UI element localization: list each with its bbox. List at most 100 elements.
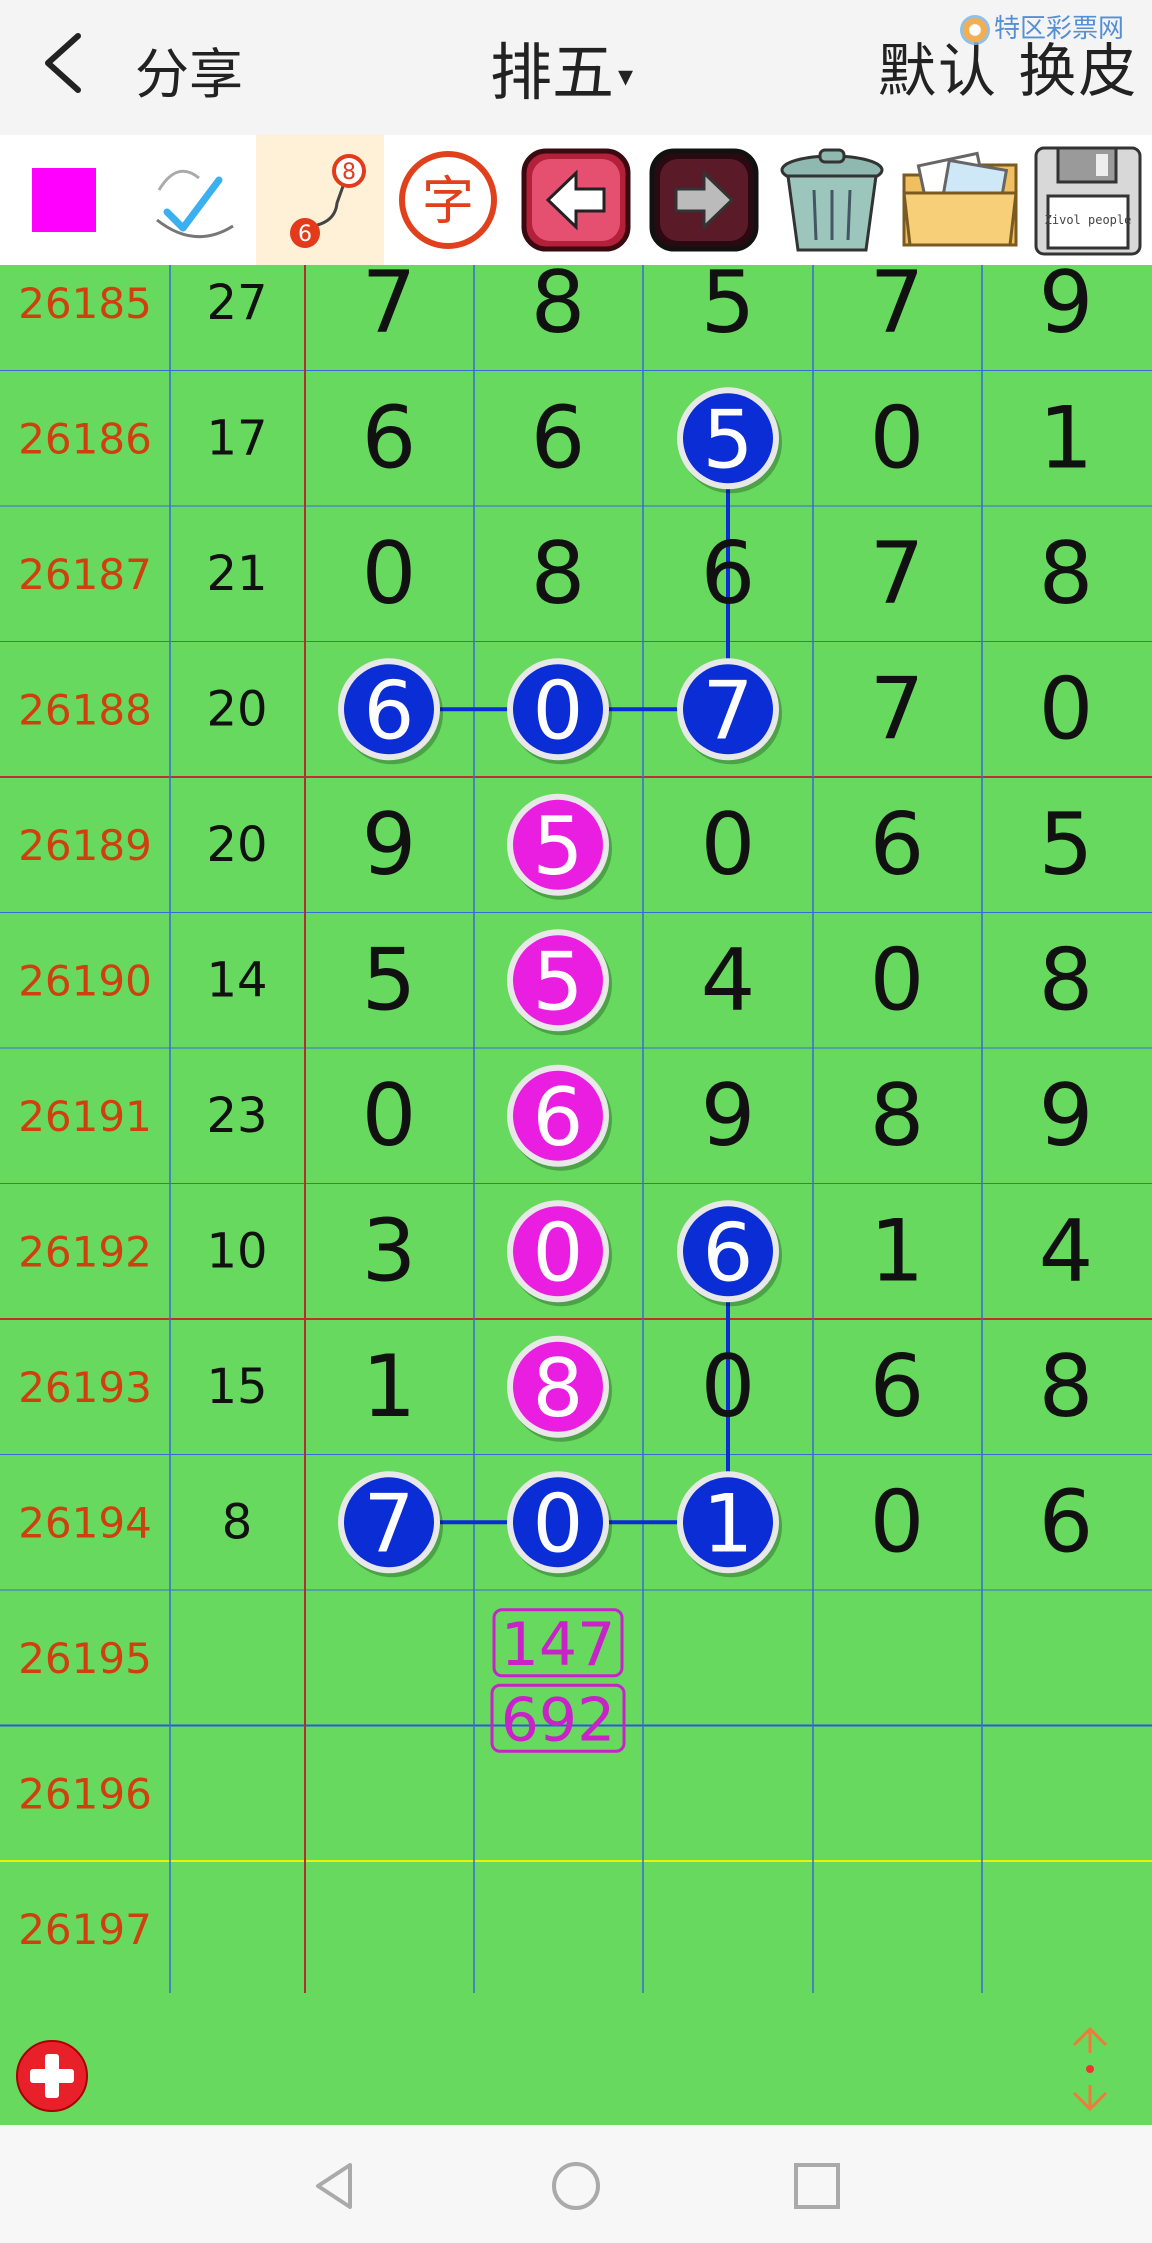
chevron-down-icon: ▾ <box>618 59 634 95</box>
digit-cell[interactable]: 8 <box>533 1342 584 1435</box>
page-title: 排五 <box>490 36 615 109</box>
note-box[interactable]: 692 <box>490 1683 626 1755</box>
digit-cell[interactable]: 1 <box>362 1337 417 1437</box>
watermark: 特区彩票网 <box>960 8 1124 45</box>
digit-cell[interactable]: 7 <box>870 659 925 759</box>
digit-cell[interactable]: 9 <box>1039 1066 1094 1166</box>
table-row: 26187 21 0 8 6 7 8 <box>18 524 1093 624</box>
sum-value: 20 <box>206 681 267 737</box>
digit-cell[interactable]: 6 <box>364 664 415 757</box>
digit-cell[interactable]: 6 <box>362 388 417 488</box>
digit-cell[interactable]: 8 <box>1039 1337 1094 1437</box>
trash-icon <box>780 148 884 252</box>
color-swatch-icon <box>32 168 96 232</box>
issue-number: 26185 <box>18 279 152 328</box>
digit-cell[interactable]: 0 <box>362 1066 417 1166</box>
undo-button[interactable] <box>512 135 640 265</box>
digit-cell[interactable]: 8 <box>1039 930 1094 1030</box>
digit-cell[interactable]: 0 <box>533 1477 584 1570</box>
digit-cell[interactable]: 0 <box>362 524 417 624</box>
digit-cell[interactable]: 7 <box>870 265 925 353</box>
add-circle-icon[interactable] <box>14 2038 90 2114</box>
system-nav-bar <box>0 2125 1152 2243</box>
issue-number: 26189 <box>18 821 152 870</box>
sum-value: 20 <box>206 817 267 873</box>
digit-cell[interactable]: 6 <box>870 1337 925 1437</box>
digit-cell[interactable]: 9 <box>362 795 417 895</box>
digit-cell[interactable]: 0 <box>533 664 584 757</box>
pen-draw-button[interactable] <box>128 135 256 265</box>
nav-back-icon[interactable] <box>308 2159 362 2213</box>
trash-button[interactable] <box>768 135 896 265</box>
table-row: 26196 <box>18 1769 152 1818</box>
sum-value: 14 <box>206 952 267 1008</box>
digit-cell[interactable]: 7 <box>362 265 417 353</box>
digit-cell[interactable]: 0 <box>701 1337 756 1437</box>
digit-cell[interactable]: 8 <box>531 265 586 353</box>
digit-cell[interactable]: 9 <box>1039 265 1094 353</box>
digit-cell[interactable]: 8 <box>531 524 586 624</box>
connect-line-icon: 8 6 <box>290 154 366 248</box>
table-row: 26192 10 3 0 6 1 4 <box>18 1200 1094 1307</box>
text-char-icon: 字 <box>399 151 497 249</box>
digit-cell[interactable]: 6 <box>533 1071 584 1164</box>
note-box[interactable]: 147 <box>492 1608 624 1680</box>
sum-value: 23 <box>206 1088 267 1144</box>
digit-cell[interactable]: 0 <box>870 388 925 488</box>
image-folder-button[interactable] <box>896 135 1024 265</box>
table-row: 26189 20 9 5 0 6 5 <box>18 793 1094 900</box>
digit-cell[interactable]: 6 <box>703 1206 754 1299</box>
digit-cell[interactable]: 6 <box>870 795 925 895</box>
digit-cell[interactable]: 4 <box>701 930 756 1030</box>
digit-cell[interactable]: 1 <box>1039 388 1094 488</box>
connect-line-button[interactable]: 8 6 <box>256 135 384 265</box>
issue-number: 26186 <box>18 414 152 463</box>
image-folder-icon <box>902 151 1018 247</box>
digit-cell[interactable]: 5 <box>362 930 417 1030</box>
note-text: 692 <box>501 1685 616 1755</box>
digit-cell[interactable]: 5 <box>533 800 584 893</box>
digit-cell[interactable]: 5 <box>703 393 754 486</box>
svg-text:6: 6 <box>298 222 312 247</box>
chevron-left-icon[interactable] <box>36 28 96 98</box>
digit-cell[interactable]: 9 <box>701 1066 756 1166</box>
digit-cell[interactable]: 1 <box>703 1477 754 1570</box>
save-button[interactable]: Zivol people <box>1024 135 1152 265</box>
digit-cell[interactable]: 0 <box>701 795 756 895</box>
up-down-arrows-icon[interactable] <box>1060 2023 1120 2115</box>
bottom-action-bar <box>0 1993 1152 2125</box>
digit-cell[interactable]: 8 <box>870 1066 925 1166</box>
digit-cell[interactable]: 7 <box>364 1477 415 1570</box>
digit-cell[interactable]: 5 <box>1039 795 1094 895</box>
digit-cell[interactable]: 6 <box>701 524 756 624</box>
text-char-button[interactable]: 字 <box>384 135 512 265</box>
nav-recent-icon[interactable] <box>790 2159 844 2213</box>
digit-cell[interactable]: 3 <box>362 1201 417 1301</box>
table-row: 26190 14 5 5 4 0 8 <box>18 929 1094 1036</box>
digit-cell[interactable]: 6 <box>531 388 586 488</box>
digit-cell[interactable]: 0 <box>870 1472 925 1572</box>
digit-cell[interactable]: 4 <box>1039 1201 1094 1301</box>
digit-cell[interactable]: 8 <box>1039 524 1094 624</box>
digit-cell[interactable]: 6 <box>1039 1472 1094 1572</box>
issue-number: 26187 <box>18 550 152 599</box>
issue-number: 26194 <box>18 1498 152 1547</box>
share-button[interactable]: 分享 <box>135 30 243 109</box>
color-swatch-button[interactable] <box>0 135 128 265</box>
table-row: 26185 27 7 8 5 7 9 <box>18 265 1093 353</box>
digit-cell[interactable]: 0 <box>1039 659 1094 759</box>
trend-chart-grid[interactable]: 26185 27 7 8 5 7 9 26186 17 6 6 5 0 1 26187 21 0 8 6 7 8 2618… <box>0 265 1152 1993</box>
nav-home-icon[interactable] <box>549 2159 603 2213</box>
digit-cell[interactable]: 0 <box>533 1206 584 1299</box>
table-row: 26186 17 6 6 5 0 1 <box>18 387 1094 494</box>
digit-cell[interactable]: 7 <box>870 524 925 624</box>
redo-button[interactable] <box>640 135 768 265</box>
digit-cell[interactable]: 5 <box>533 935 584 1028</box>
svg-text:字: 字 <box>422 172 474 232</box>
digit-cell[interactable]: 5 <box>701 265 756 353</box>
digit-cell[interactable]: 1 <box>870 1201 925 1301</box>
digit-cell[interactable]: 0 <box>870 930 925 1030</box>
lottery-type-selector[interactable]: 排五 ▾ <box>490 22 633 112</box>
digit-cell[interactable]: 7 <box>703 664 754 757</box>
sum-value: 15 <box>206 1359 267 1415</box>
